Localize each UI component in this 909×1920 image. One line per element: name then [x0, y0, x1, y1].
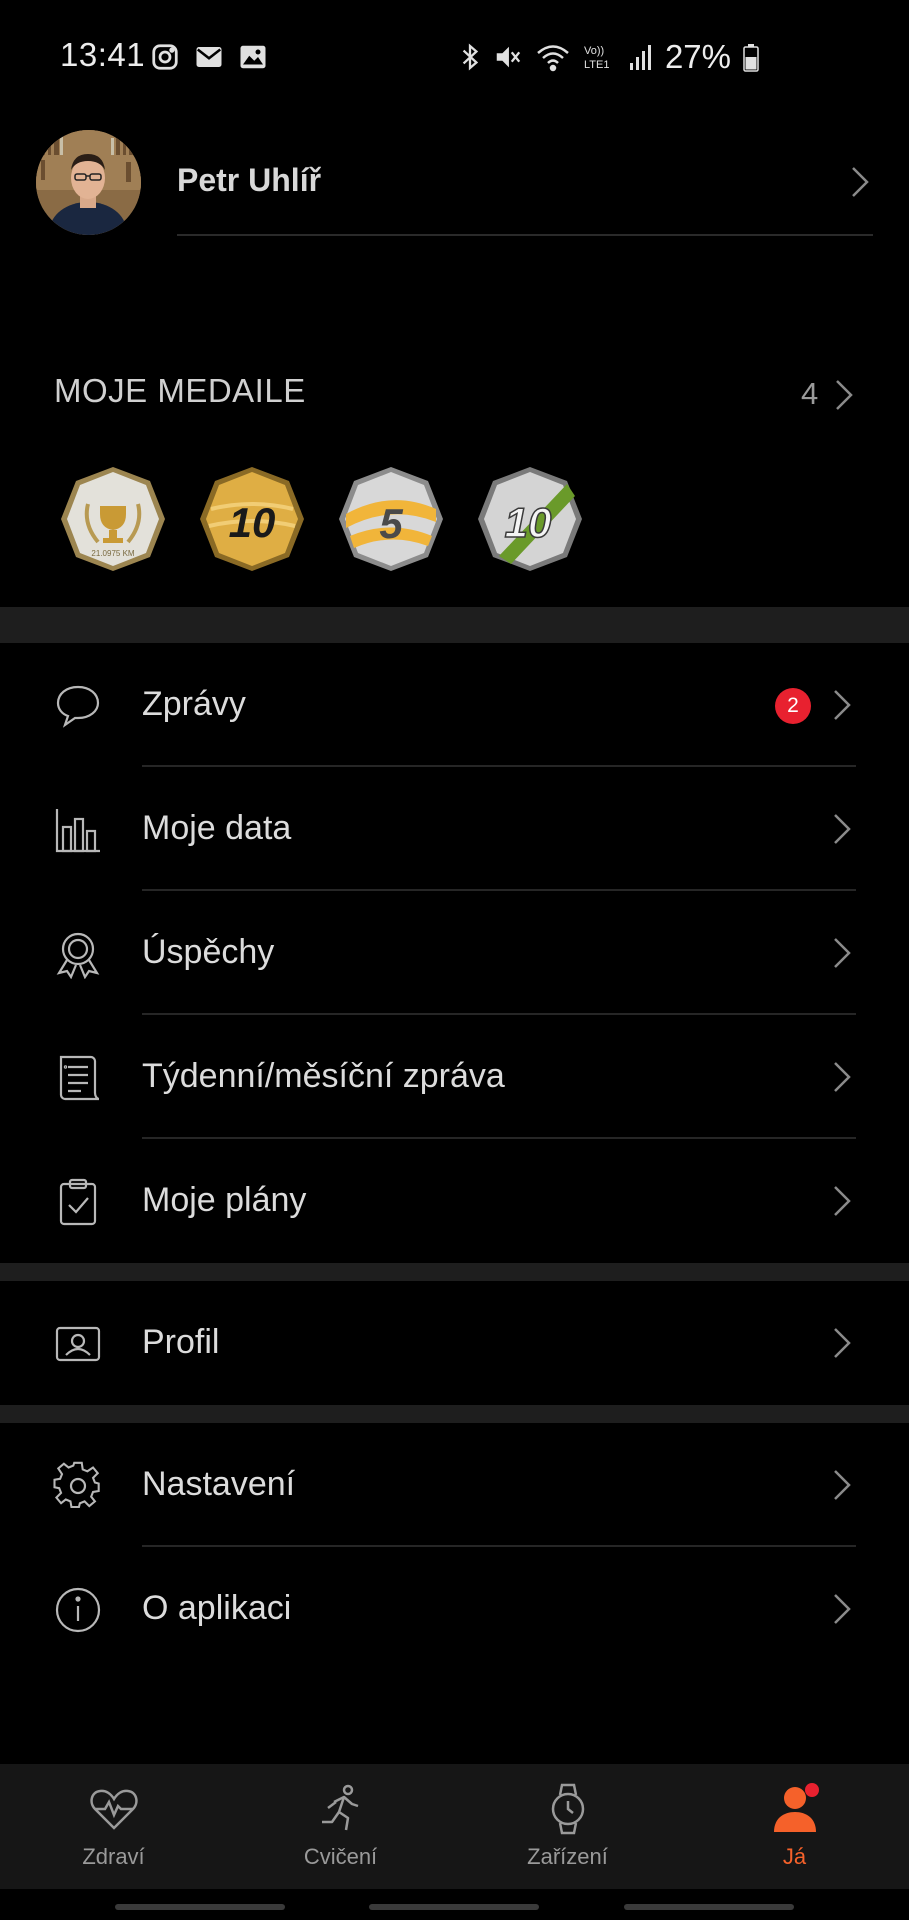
nav-label: Já: [782, 1844, 807, 1869]
chevron-right-icon: [834, 1328, 851, 1358]
medal-5km[interactable]: 5: [336, 464, 446, 574]
nav-label: Cvičení: [303, 1844, 378, 1869]
chat-bubble-icon: [53, 681, 103, 731]
chevron-right-icon: [834, 1594, 851, 1624]
chevron-right-icon[interactable]: [834, 378, 854, 412]
section-divider: [0, 1263, 909, 1281]
medal-4-label: 10: [505, 499, 552, 546]
mail-icon: [196, 47, 222, 67]
medal-half-marathon[interactable]: 21.0975 KM: [58, 464, 168, 574]
battery-percentage: 27%: [664, 38, 731, 75]
medal-3-label: 5: [379, 500, 403, 547]
profile-name: Petr Uhlíř: [177, 162, 322, 198]
menu-label: Profil: [142, 1323, 220, 1361]
info-icon: [53, 1585, 103, 1635]
nav-label: Zdraví: [82, 1844, 145, 1869]
medals-title: MOJE MEDAILE: [54, 372, 306, 409]
chevron-right-icon: [834, 814, 851, 844]
menu-item-my-data[interactable]: Moje data: [0, 767, 909, 891]
chevron-right-icon: [834, 1470, 851, 1500]
award-icon: [53, 929, 103, 979]
section-divider: [0, 607, 909, 643]
medal-1-label: 21.0975 KM: [91, 549, 134, 558]
avatar[interactable]: [36, 130, 141, 235]
gesture-handle: [369, 1904, 539, 1910]
report-icon: [53, 1053, 103, 1103]
signal-icon: [629, 45, 651, 70]
nav-tab-health[interactable]: Zdraví: [0, 1764, 227, 1889]
menu-label: Nastavení: [142, 1465, 296, 1503]
svg-text:Vo)): Vo)): [584, 45, 604, 57]
medal-10km-silver[interactable]: 10: [475, 464, 585, 574]
chevron-right-icon: [834, 938, 851, 968]
gesture-handle: [115, 1904, 285, 1910]
mute-icon: [496, 46, 521, 68]
notification-badge: 2: [775, 688, 811, 724]
nav-tab-me[interactable]: Já: [681, 1764, 908, 1889]
chevron-right-icon: [834, 1062, 851, 1092]
volte-icon: Vo)) LTE1: [584, 45, 609, 71]
clipboard-check-icon: [53, 1177, 103, 1227]
bluetooth-icon: [462, 43, 479, 71]
nav-tab-devices[interactable]: Zařízení: [454, 1764, 681, 1889]
svg-text:LTE1: LTE1: [584, 59, 609, 71]
gear-icon: [53, 1461, 103, 1511]
menu-item-profile[interactable]: Profil: [0, 1281, 909, 1405]
medal-10km-gold[interactable]: 10: [197, 464, 307, 574]
menu-label: Zprávy: [142, 685, 246, 723]
divider: [177, 234, 873, 236]
bottom-navigation: Zdraví Cvičení Zařízení Já: [0, 1764, 909, 1889]
menu-label: O aplikaci: [142, 1589, 292, 1627]
menu-label: Moje data: [142, 809, 292, 847]
nav-tab-exercise[interactable]: Cvičení: [227, 1764, 454, 1889]
section-divider: [0, 1405, 909, 1423]
status-bar: 13:41 Vo)) LTE1 27%: [0, 0, 909, 115]
watch-icon: [541, 1782, 595, 1836]
menu-label: Moje plány: [142, 1181, 307, 1219]
medals-count[interactable]: 4: [801, 376, 818, 412]
bar-chart-icon: [53, 805, 103, 855]
medal-2-label: 10: [229, 499, 276, 546]
instagram-icon: [152, 44, 178, 70]
menu-item-my-plans[interactable]: Moje plány: [0, 1139, 909, 1263]
menu-item-messages[interactable]: Zprávy 2: [0, 643, 909, 767]
menu-label: Úspěchy: [142, 933, 275, 971]
profile-card-icon: [53, 1319, 103, 1369]
heart-pulse-icon: [87, 1782, 141, 1836]
running-icon: [314, 1782, 368, 1836]
wifi-icon: [537, 45, 569, 72]
chevron-right-icon: [834, 690, 851, 720]
menu-label: Týdenní/měsíční zpráva: [142, 1057, 505, 1095]
gallery-icon: [240, 45, 266, 69]
menu-item-about[interactable]: O aplikaci: [0, 1547, 909, 1671]
chevron-right-icon: [834, 1186, 851, 1216]
gesture-handle: [624, 1904, 794, 1910]
menu-item-achievements[interactable]: Úspěchy: [0, 891, 909, 1015]
status-time: 13:41: [60, 36, 146, 73]
menu-item-weekly-report[interactable]: Týdenní/měsíční zpráva: [0, 1015, 909, 1139]
profile-header[interactable]: Petr Uhlíř: [0, 120, 909, 245]
menu-item-settings[interactable]: Nastavení: [0, 1423, 909, 1547]
nav-label: Zařízení: [527, 1844, 608, 1869]
battery-icon: [743, 44, 759, 72]
chevron-right-icon: [852, 167, 869, 197]
notification-dot: [805, 1783, 819, 1797]
